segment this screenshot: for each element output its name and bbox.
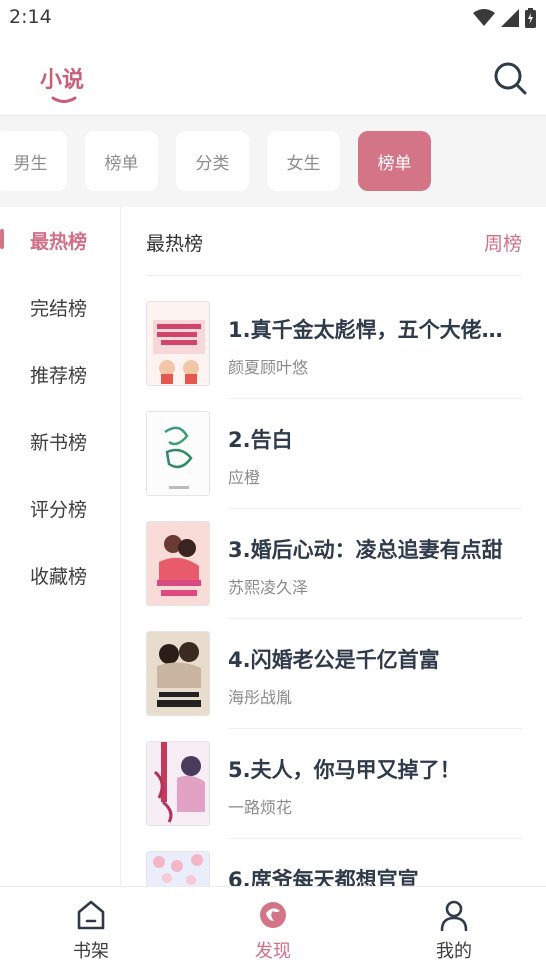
tab-ranking[interactable]: 榜单	[85, 131, 158, 191]
app-header: 小说	[0, 36, 546, 116]
home-icon	[77, 900, 105, 930]
tab-female[interactable]: 女生	[267, 131, 340, 191]
divider	[228, 838, 522, 839]
tab-label: 榜单	[377, 153, 412, 174]
tab-label: 男生	[13, 153, 48, 174]
book-item[interactable]: 1.真千金太彪悍，五个大佬哥哥跪求原谅 颜夏顾叶悠	[146, 301, 522, 411]
period-selector[interactable]: 周榜	[484, 229, 522, 256]
ranking-sidebar: 最热榜 完结榜 推荐榜 新书榜 评分榜 收藏榜	[0, 207, 121, 887]
discover-icon	[260, 902, 286, 928]
book-author: 颜夏顾叶悠	[228, 358, 309, 377]
tab-ranking-active[interactable]: 榜单	[358, 131, 431, 191]
tab-label: 榜单	[104, 153, 139, 174]
book-author: 苏熙凌久泽	[228, 578, 309, 597]
book-item[interactable]: 6.席爷每天都想官宣	[146, 851, 522, 887]
tab-label: 分类	[195, 153, 230, 174]
signal-icon	[501, 9, 519, 27]
book-author: 应橙	[228, 468, 261, 487]
nav-discover[interactable]: 发现	[223, 887, 323, 972]
nav-bookshelf[interactable]: 书架	[41, 887, 141, 972]
book-cover	[146, 851, 210, 887]
sidebar-item-rating[interactable]: 评分榜	[0, 475, 121, 541]
book-cover	[146, 411, 210, 496]
book-item[interactable]: 4.闪婚老公是千亿首富 海彤战胤	[146, 631, 522, 741]
divider	[228, 398, 522, 399]
sidebar-item-completed[interactable]: 完结榜	[0, 274, 121, 340]
person-icon	[440, 900, 468, 931]
book-title: 5.夫人，你马甲又掉了！	[228, 758, 461, 782]
search-icon	[494, 62, 527, 95]
divider	[228, 508, 522, 509]
tab-category[interactable]: 分类	[176, 131, 249, 191]
book-cover	[146, 521, 210, 606]
status-icons	[473, 8, 536, 28]
book-title: 2.告白	[228, 428, 293, 452]
nav-label: 我的	[436, 941, 472, 962]
title-underline	[51, 96, 77, 103]
tab-male[interactable]: 男生	[0, 131, 67, 191]
bottom-nav: 书架 发现 我的	[0, 886, 546, 972]
book-author: 一路烦花	[228, 798, 293, 817]
sidebar-item-label: 收藏榜	[30, 565, 88, 588]
divider	[228, 618, 522, 619]
list-title: 最热榜	[146, 233, 204, 255]
book-item[interactable]: 3.婚后心动：凌总追妻有点甜 苏熙凌久泽	[146, 521, 522, 631]
book-cover	[146, 301, 210, 386]
sidebar-item-favorites[interactable]: 收藏榜	[0, 542, 121, 608]
book-title: 6.席爷每天都想官宣	[228, 868, 419, 887]
divider	[228, 728, 522, 729]
book-item[interactable]: 5.夫人，你马甲又掉了！ 一路烦花	[146, 741, 522, 851]
book-item[interactable]: 2.告白 应橙	[146, 411, 522, 521]
search-button[interactable]	[490, 58, 530, 98]
book-title: 1.真千金太彪悍，五个大佬哥哥跪求原谅	[228, 318, 518, 342]
sidebar-item-label: 评分榜	[30, 498, 88, 521]
status-bar: 2:14	[0, 0, 546, 36]
category-tabs: 男生 榜单 分类 女生 榜单	[0, 116, 546, 207]
sidebar-item-new[interactable]: 新书榜	[0, 408, 121, 474]
sidebar-item-label: 完结榜	[30, 297, 88, 320]
book-title: 3.婚后心动：凌总追妻有点甜	[228, 538, 503, 562]
wifi-icon	[473, 9, 495, 26]
ranking-list: 最热榜 周榜 1.真千金太彪悍，五个大佬哥哥跪求原谅 颜夏顾叶悠 2.告白 应橙…	[122, 207, 546, 887]
book-author: 海彤战胤	[228, 688, 293, 707]
book-cover	[146, 631, 210, 716]
nav-label: 书架	[73, 941, 109, 962]
nav-profile[interactable]: 我的	[404, 887, 504, 972]
page-title: 小说	[40, 68, 85, 93]
book-cover	[146, 741, 210, 826]
book-title: 4.闪婚老公是千亿首富	[228, 648, 440, 672]
status-time: 2:14	[9, 6, 52, 28]
sidebar-item-label: 推荐榜	[30, 364, 88, 387]
list-header: 最热榜 周榜	[146, 207, 522, 276]
sidebar-item-label: 新书榜	[30, 431, 88, 454]
sidebar-item-label: 最热榜	[30, 230, 88, 253]
sidebar-item-hottest[interactable]: 最热榜	[0, 207, 121, 273]
nav-label: 发现	[255, 941, 291, 962]
sidebar-item-recommended[interactable]: 推荐榜	[0, 341, 121, 407]
tab-label: 女生	[286, 153, 321, 174]
battery-icon	[525, 8, 536, 28]
